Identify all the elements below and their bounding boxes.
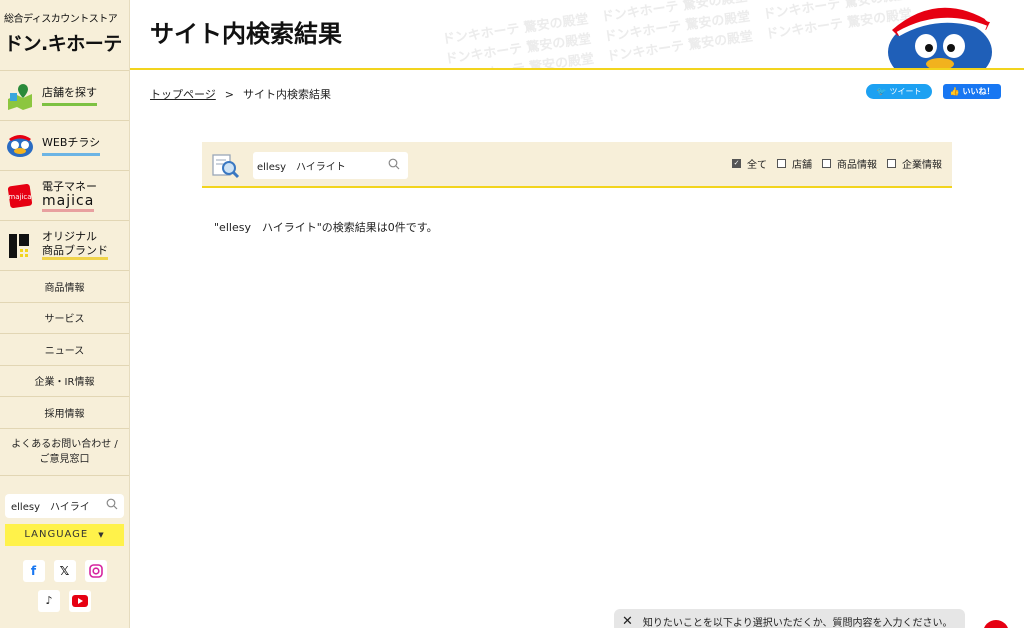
x-icon[interactable]: 𝕏 [53,559,76,582]
sidebar-item-news[interactable]: ニュース [0,333,129,365]
sidebar-item-recruit[interactable]: 採用情報 [0,396,129,428]
sidebar-item-label: 電子マネー majica [42,180,97,212]
sidebar-item-services[interactable]: サービス [0,301,129,334]
filter-label: 企業情報 [902,160,942,171]
search-panel: ellesy ハイライト ✓ 全て 店舗 商品情報 企業情報 [202,142,952,188]
faq-line1: よくあるお問い合わせ / [11,438,118,450]
filter-products[interactable]: 商品情報 [822,156,877,171]
breadcrumb: トップページ > サイト内検索結果 [150,86,331,102]
store-map-icon [4,80,36,112]
facebook-icon[interactable]: f [22,559,45,582]
majica-card-icon: majica [4,180,36,212]
breadcrumb-separator: > [224,88,234,101]
tiktok-icon[interactable]: ♪ [38,589,60,612]
filter-company[interactable]: 企業情報 [887,156,942,171]
original-brand-icon [4,230,36,262]
sidebar-search-input[interactable]: ellesy ハイライ [5,493,124,518]
majica-label-line2: majica [42,192,95,212]
page-title: サイト内検索結果 [150,20,342,48]
like-label: いいね！ [962,87,995,96]
breadcrumb-current: サイト内検索結果 [243,88,331,101]
social-row-1: f 𝕏 [0,559,129,582]
logo-subtitle: 総合ディスカウントストア [4,14,118,25]
brand-label-line2: 商品ブランド [42,244,108,260]
language-selector[interactable]: LANGUAGE ▼ [5,523,124,546]
sidebar-item-ir[interactable]: 企業・IR情報 [0,364,129,397]
close-icon[interactable]: ✕ [622,614,633,628]
sidebar-item-store-search[interactable]: 店舗を探す [0,70,129,120]
twitter-bird-icon: 🐦 [876,87,887,96]
instagram-icon[interactable] [84,559,107,582]
filter-label: 店舗 [792,160,812,171]
chat-launcher-icon[interactable] [983,620,1009,628]
facebook-like-button[interactable]: 👍 いいね！ [943,84,1001,99]
faq-line2: ご意見窓口 [39,453,90,465]
search-icon[interactable] [388,158,400,173]
page-header: ドンキホーテ 驚安の殿堂 ドンキホーテ 驚安の殿堂 ドンキホーテ 驚安の殿堂 ド… [130,0,1024,70]
brand-label-line1: オリジナル [42,230,97,243]
checkbox-checked-icon[interactable]: ✓ [732,159,741,168]
checkbox-icon[interactable] [822,159,831,168]
filter-label: 商品情報 [837,160,877,171]
sidebar-item-label: WEBチラシ [42,136,101,156]
chat-prompt-text: 知りたいことを以下より選択いただくか、質問内容を入力ください。 [642,617,953,628]
filter-all[interactable]: ✓ 全て [732,156,767,171]
search-input[interactable]: ellesy ハイライト [253,152,408,179]
search-result-message: "ellesy ハイライト"の検索結果は0件です。 [214,221,438,234]
thumbs-up-icon: 👍 [949,87,960,96]
sidebar-item-faq[interactable]: よくあるお問い合わせ / ご意見窓口 [0,427,129,476]
filter-label: 全て [747,160,767,171]
checkbox-icon[interactable] [887,159,896,168]
tweet-button[interactable]: 🐦 ツイート [866,84,932,99]
checkbox-icon[interactable] [777,159,786,168]
sidebar-search-value: ellesy ハイライ [11,502,90,513]
tweet-label: ツイート [889,87,922,96]
caret-down-icon: ▼ [98,530,105,539]
sidebar-item-majica[interactable]: majica 電子マネー majica [0,170,129,220]
social-row-2: ♪ [0,589,129,612]
donpen-mascot-icon [878,0,1002,68]
sidebar-item-label: 店舗を探す [42,86,97,106]
breadcrumb-home-link[interactable]: トップページ [150,88,216,101]
filter-stores[interactable]: 店舗 [777,156,812,171]
youtube-icon[interactable] [69,589,91,612]
sidebar-item-products[interactable]: 商品情報 [0,270,129,302]
sidebar-item-label: オリジナル 商品ブランド [42,230,108,261]
sidebar-item-original-brand[interactable]: オリジナル 商品ブランド [0,220,129,270]
search-filters: ✓ 全て 店舗 商品情報 企業情報 [732,156,942,171]
language-label: LANGUAGE [24,529,89,540]
sidebar-item-web-flyer[interactable]: WEBチラシ [0,120,129,170]
site-logo[interactable]: 総合ディスカウントストア ドン.キホーテ [0,0,129,70]
document-search-icon [212,153,240,179]
sidebar: 総合ディスカウントストア ドン.キホーテ 店舗を探す WEBチラシ majica… [0,0,130,628]
search-input-value: ellesy ハイライト [257,162,346,173]
search-icon[interactable] [106,498,118,513]
svg-text:majica: majica [8,193,31,201]
logo-text: ドン.キホーテ [4,33,122,55]
flyer-mascot-icon [4,130,36,162]
chat-prompt-bar[interactable]: ✕ 知りたいことを以下より選択いただくか、質問内容を入力ください。 [614,609,965,628]
majica-label-line1: 電子マネー [42,179,97,193]
